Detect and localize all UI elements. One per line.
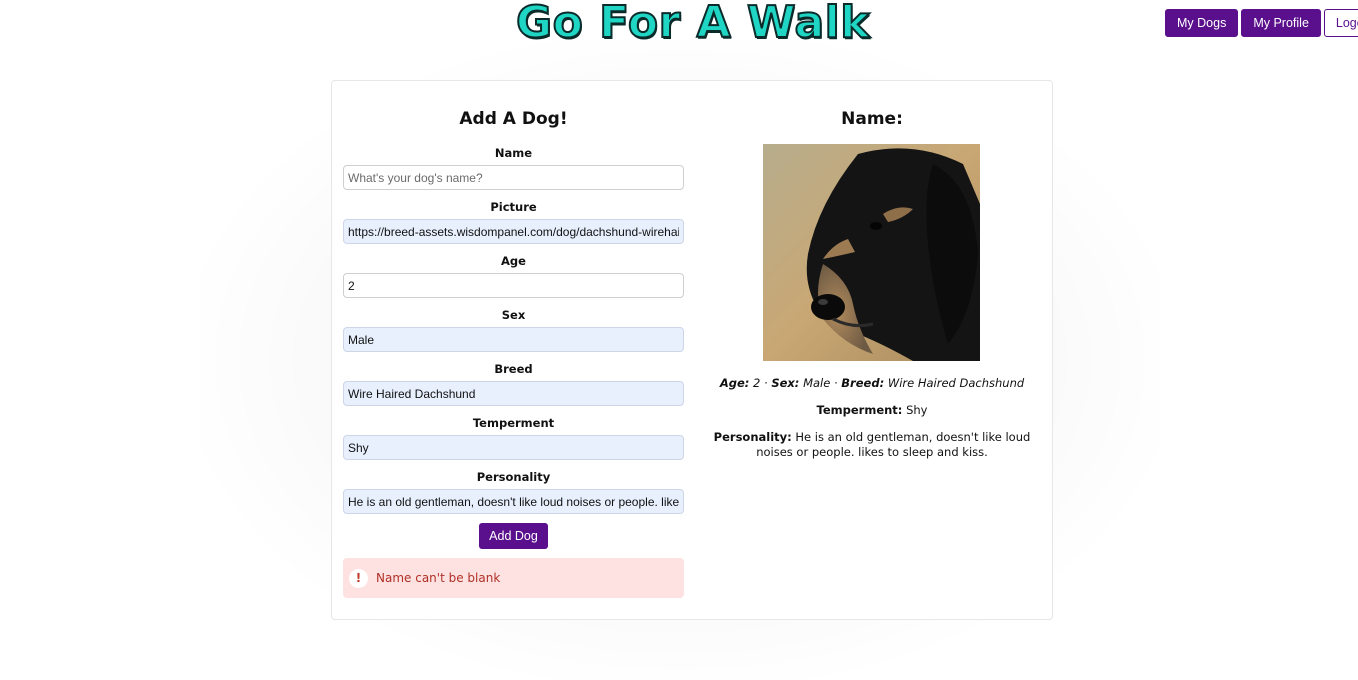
dog-card: Add A Dog! Name Picture Age Sex Breed Te… [331,80,1053,620]
preview-stats: Age: 2 · Sex: Male · Breed: Wire Haired … [702,376,1042,391]
preview-temperment: Temperment: Shy [702,403,1042,418]
error-alert: ! Name can't be blank [343,558,684,598]
my-profile-button[interactable]: My Profile [1241,9,1321,37]
personality-stat-label: Personality: [713,430,792,444]
alert-icon: ! [349,568,368,588]
form-title: Add A Dog! [459,109,568,129]
age-stat-value: 2 [753,376,761,390]
breed-input[interactable] [343,381,684,406]
dog-photo-illustration [763,144,980,361]
separator: · [764,376,768,390]
personality-stat-value: He is an old gentleman, doesn't like lou… [756,430,1031,459]
picture-label: Picture [490,200,537,214]
sex-label: Sex [501,308,526,322]
sex-stat-value: Male [803,376,831,390]
age-input[interactable] [343,273,684,298]
error-message: Name can't be blank [376,571,501,585]
temperment-input[interactable] [343,435,684,460]
add-dog-button[interactable]: Add Dog [479,523,548,549]
logout-button[interactable]: Logout [1323,9,1358,37]
preview-title: Name: [841,109,903,129]
age-label: Age [501,254,526,268]
breed-stat-label: Breed: [841,376,885,390]
personality-label: Personality [476,470,551,484]
temperment-stat-value: Shy [906,403,928,417]
age-stat-label: Age: [719,376,750,390]
my-dogs-button[interactable]: My Dogs [1165,9,1239,37]
name-label: Name [494,146,533,160]
app-logo: Go For A Walk [515,0,871,49]
temperment-label: Temperment [472,416,555,430]
dog-photo [763,144,980,361]
temperment-stat-label: Temperment: [816,403,903,417]
preview-personality: Personality: He is an old gentleman, doe… [712,430,1032,460]
name-input[interactable] [343,165,684,190]
breed-label: Breed [494,362,533,376]
top-nav: My Dogs My Profile Logout [1165,9,1358,37]
sex-input[interactable] [343,327,684,352]
personality-input[interactable] [343,489,684,514]
picture-input[interactable] [343,219,684,244]
separator: · [833,376,838,390]
sex-stat-label: Sex: [771,376,800,390]
breed-stat-value: Wire Haired Dachshund [887,376,1025,390]
